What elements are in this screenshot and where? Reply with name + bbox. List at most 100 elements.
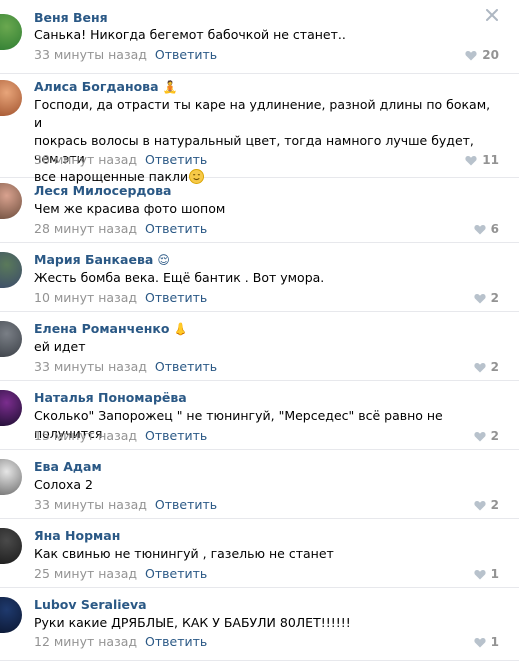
author-emoji: 👃 bbox=[173, 322, 189, 336]
comment-text-body: Господи, да отрасти ты каре на удлинение… bbox=[34, 97, 491, 184]
like-button[interactable]: 2 bbox=[474, 429, 499, 443]
avatar[interactable] bbox=[0, 528, 22, 564]
heart-icon bbox=[465, 155, 477, 165]
author-name[interactable]: Яна Норман bbox=[34, 528, 120, 543]
author-name[interactable]: Леся Милосердова bbox=[34, 183, 171, 198]
reply-link[interactable]: Ответить bbox=[155, 359, 217, 374]
comment-text: Жесть бомба века. Ещё бантик . Вот умора… bbox=[34, 269, 494, 287]
comment-text-body: ей идет bbox=[34, 339, 86, 354]
like-button[interactable]: 1 bbox=[474, 635, 499, 649]
like-button[interactable]: 2 bbox=[474, 498, 499, 512]
like-button[interactable]: 20 bbox=[465, 48, 499, 62]
heart-icon bbox=[474, 500, 486, 510]
reply-link[interactable]: Ответить bbox=[145, 290, 207, 305]
comment-text-body: Санька! Никогда бегемот бабочкой не стан… bbox=[34, 27, 346, 42]
comment-time[interactable]: 33 минуты назад bbox=[34, 497, 147, 512]
like-button[interactable]: 2 bbox=[474, 291, 499, 305]
comment-item: Мария Банкаева 😌 Жесть бомба века. Ещё бан… bbox=[0, 243, 519, 312]
reply-link[interactable]: Ответить bbox=[155, 47, 217, 62]
comment-meta: 10 минут назад Ответить bbox=[34, 290, 207, 305]
like-count: 2 bbox=[490, 291, 499, 305]
author-emoji: 😌 bbox=[157, 253, 170, 267]
like-button[interactable]: 2 bbox=[474, 360, 499, 374]
comment-text: Санька! Никогда бегемот бабочкой не стан… bbox=[34, 26, 494, 44]
comment-time[interactable]: 15 минут назад bbox=[34, 428, 137, 443]
reply-link[interactable]: Ответить bbox=[145, 566, 207, 581]
heart-icon bbox=[465, 50, 477, 60]
avatar[interactable] bbox=[0, 597, 22, 633]
comment-text-body: Руки какие ДРЯБЛЫЕ, КАК У БАБУЛИ 80ЛЕТ!!… bbox=[34, 615, 351, 630]
comment-meta: 15 минут назад Ответить bbox=[34, 428, 207, 443]
heart-icon bbox=[474, 293, 486, 303]
author-label: Леся Милосердова bbox=[34, 183, 172, 198]
like-count: 11 bbox=[482, 153, 499, 167]
comment-item: Леся Милосердова Чем же красива фото шопо… bbox=[0, 178, 519, 243]
like-count: 1 bbox=[490, 635, 499, 649]
comment-text: ей идет bbox=[34, 338, 494, 356]
comment-time[interactable]: 33 минуты назад bbox=[34, 359, 147, 374]
comment-meta: 33 минуты назад Ответить bbox=[34, 497, 217, 512]
author-name[interactable]: Ева Адам bbox=[34, 459, 102, 474]
author-label: Яна Норман bbox=[34, 528, 121, 543]
author-name[interactable]: Мария Банкаева 😌 bbox=[34, 252, 170, 267]
like-button[interactable]: 11 bbox=[465, 153, 499, 167]
author-name[interactable]: Lubov Seralieva bbox=[34, 597, 147, 612]
comment-meta: 33 минуты назад Ответить bbox=[34, 359, 217, 374]
comment-text-body: Чем же красива фото шопом bbox=[34, 201, 226, 216]
author-label: Ева Адам bbox=[34, 459, 102, 474]
reply-link[interactable]: Ответить bbox=[145, 152, 207, 167]
reply-link[interactable]: Ответить bbox=[155, 497, 217, 512]
comment-text: Как свинью не тюнингуй , газелью не стан… bbox=[34, 545, 494, 563]
heart-icon bbox=[474, 637, 486, 647]
comment-time[interactable]: 28 минут назад bbox=[34, 221, 137, 236]
author-name[interactable]: Наталья Пономарёва bbox=[34, 390, 187, 405]
comment-text: Руки какие ДРЯБЛЫЕ, КАК У БАБУЛИ 80ЛЕТ!!… bbox=[34, 614, 494, 632]
comment-time[interactable]: 30 минут назад bbox=[34, 152, 137, 167]
reply-link[interactable]: Ответить bbox=[145, 221, 207, 236]
comment-meta: 28 минут назад Ответить bbox=[34, 221, 207, 236]
author-label: Мария Банкаева bbox=[34, 252, 154, 267]
comment-text: Чем же красива фото шопом bbox=[34, 200, 494, 218]
comment-text-body: Солоха 2 bbox=[34, 477, 93, 492]
comment-text: Солоха 2 bbox=[34, 476, 494, 494]
author-label: Веня Веня bbox=[34, 10, 108, 25]
avatar[interactable] bbox=[0, 14, 22, 50]
like-button[interactable]: 6 bbox=[474, 222, 499, 236]
like-count: 2 bbox=[490, 498, 499, 512]
like-button[interactable]: 1 bbox=[474, 567, 499, 581]
author-name[interactable]: Веня Веня bbox=[34, 10, 108, 25]
comment-meta: 30 минут назад Ответить bbox=[34, 152, 207, 167]
comment-time[interactable]: 33 минуты назад bbox=[34, 47, 147, 62]
comment-meta: 25 минут назад Ответить bbox=[34, 566, 207, 581]
like-count: 20 bbox=[482, 48, 499, 62]
avatar[interactable] bbox=[0, 183, 22, 219]
author-name[interactable]: Елена Романченко 👃 bbox=[34, 321, 188, 336]
like-count: 2 bbox=[490, 360, 499, 374]
comment-time[interactable]: 10 минут назад bbox=[34, 290, 137, 305]
like-count: 6 bbox=[490, 222, 499, 236]
author-label: Алиса Богданова bbox=[34, 79, 159, 94]
reply-link[interactable]: Ответить bbox=[145, 428, 207, 443]
comment-time[interactable]: 12 минут назад bbox=[34, 634, 137, 649]
avatar[interactable] bbox=[0, 80, 22, 116]
author-name[interactable]: Алиса Богданова 🧘 bbox=[34, 79, 177, 94]
comment-text-body: Жесть бомба века. Ещё бантик . Вот умора… bbox=[34, 270, 325, 285]
comment-item: Наталья Пономарёва Сколько" Запорожец " н… bbox=[0, 381, 519, 450]
comment-item: Яна Норман Как свинью не тюнингуй , газел… bbox=[0, 519, 519, 588]
heart-icon bbox=[474, 362, 486, 372]
like-count: 2 bbox=[490, 429, 499, 443]
author-label: Наталья Пономарёва bbox=[34, 390, 187, 405]
comment-item: Ева Адам Солоха 2 33 минуты назад Ответить 2 bbox=[0, 450, 519, 519]
reply-link[interactable]: Ответить bbox=[145, 634, 207, 649]
author-emoji: 🧘 bbox=[162, 80, 178, 94]
heart-icon bbox=[474, 224, 486, 234]
comment-time[interactable]: 25 минут назад bbox=[34, 566, 137, 581]
avatar[interactable] bbox=[0, 459, 22, 495]
avatar[interactable] bbox=[0, 321, 22, 357]
avatar[interactable] bbox=[0, 390, 22, 426]
comment-meta: 33 минуты назад Ответить bbox=[34, 47, 217, 62]
comment-item: Алиса Богданова 🧘 Господи, да отрасти ты к… bbox=[0, 74, 519, 184]
avatar[interactable] bbox=[0, 252, 22, 288]
heart-icon bbox=[474, 569, 486, 579]
comment-meta: 12 минут назад Ответить bbox=[34, 634, 207, 649]
